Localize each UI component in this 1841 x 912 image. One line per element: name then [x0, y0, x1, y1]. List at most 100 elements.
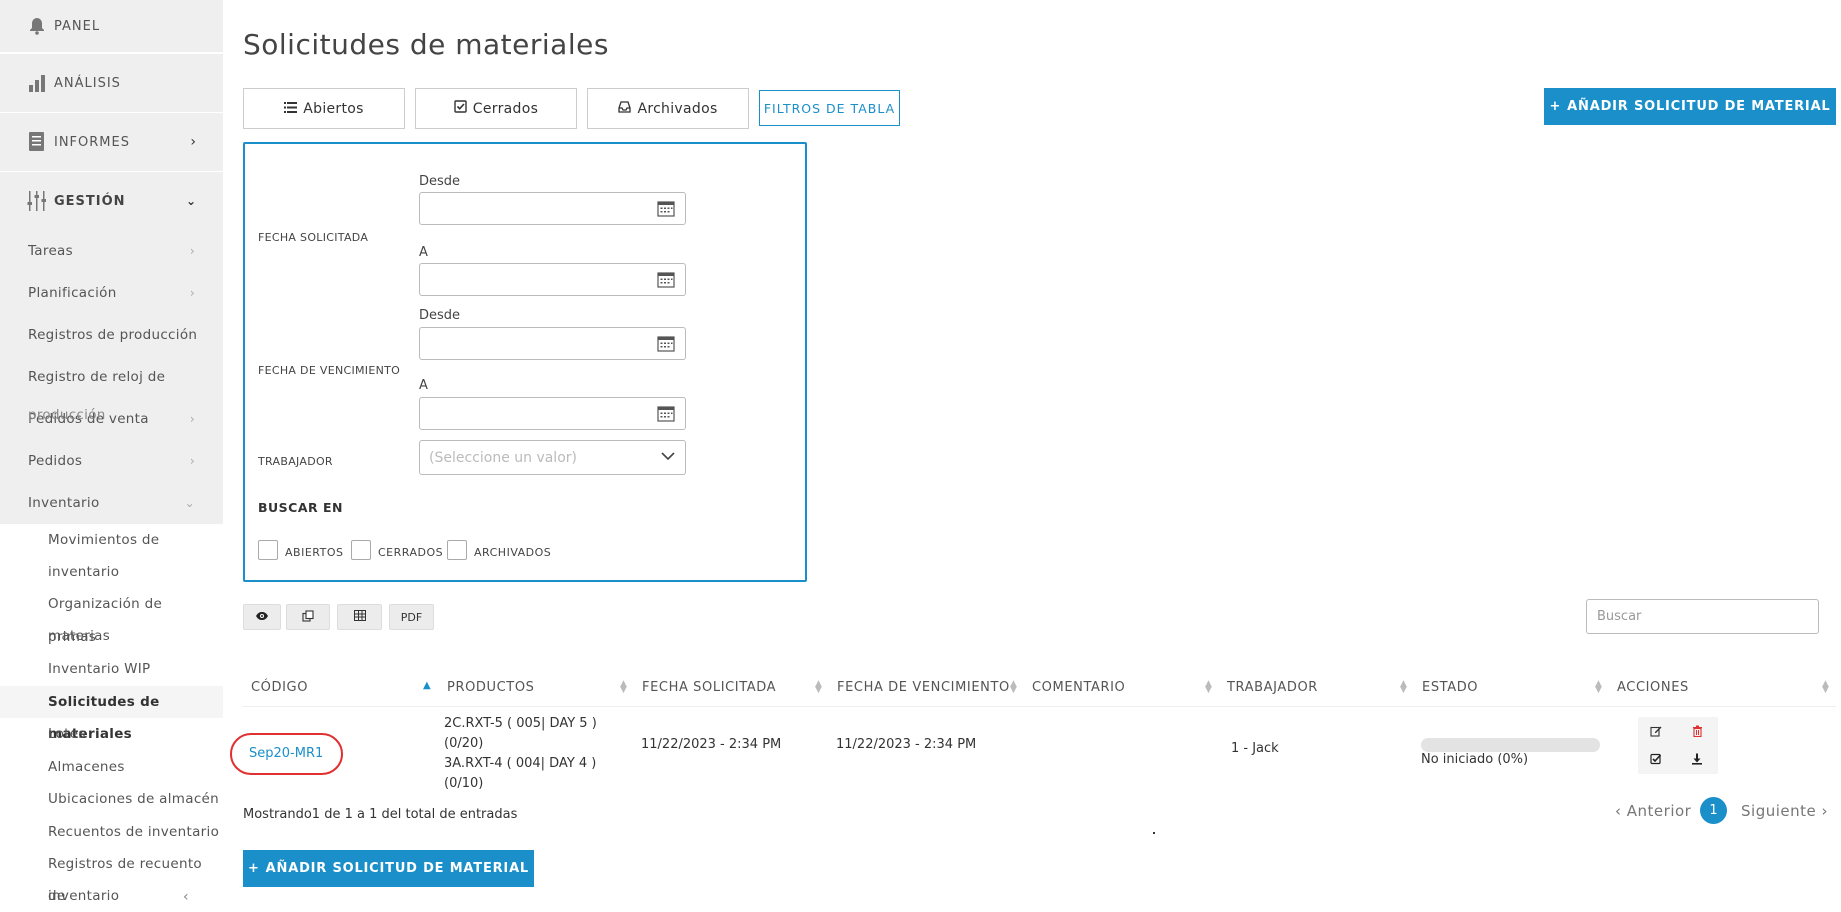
check-square-icon[interactable]	[1648, 751, 1664, 767]
header-acciones[interactable]: ACCIONES	[1617, 680, 1689, 695]
header-comentario[interactable]: COMENTARIO	[1032, 680, 1125, 695]
excel-button[interactable]	[337, 604, 382, 630]
pagination-page-1[interactable]: 1	[1700, 797, 1727, 824]
pdf-button[interactable]: PDF	[389, 604, 434, 630]
sort-icon[interactable]: ▲ ▼	[1595, 680, 1602, 695]
sidebar-item-organizacion-2[interactable]: primas	[48, 621, 96, 653]
chevron-left-icon: ‹	[1615, 802, 1627, 820]
sidebar-item-movimientos[interactable]: Movimientos de	[48, 524, 159, 556]
sidebar-item-ubicaciones[interactable]: Ubicaciones de almacén	[48, 783, 219, 815]
bell-icon	[26, 17, 48, 35]
nav-informes[interactable]: INFORMES ›	[0, 113, 223, 171]
estado-cell: No iniciado (0%)	[1421, 752, 1529, 767]
tab-abiertos[interactable]: Abiertos	[243, 88, 405, 129]
tab-archivados[interactable]: Archivados	[587, 88, 749, 129]
calendar-icon[interactable]	[657, 200, 675, 217]
sidebar-item-tareas[interactable]: Tareas ›	[0, 230, 223, 272]
codigo-link[interactable]: Sep20-MR1	[249, 746, 323, 761]
checkbox-archivados-label: ARCHIVADOS	[474, 546, 552, 559]
trash-icon[interactable]	[1689, 723, 1705, 739]
desde-label-2: Desde	[419, 308, 461, 323]
download-icon[interactable]	[1689, 751, 1705, 767]
sidebar-item-registro-reloj[interactable]: Registro de reloj de	[0, 356, 223, 398]
pagination-next[interactable]: Siguiente ›	[1741, 802, 1828, 820]
tab-archivados-label: Archivados	[637, 100, 718, 117]
list-icon	[284, 101, 298, 117]
table-filters-button[interactable]: FILTROS DE TABLA	[759, 90, 900, 126]
sidebar-item-almacenes[interactable]: Almacenes	[48, 751, 125, 783]
progress-bar	[1421, 738, 1600, 752]
copy-icon	[302, 609, 314, 625]
tab-abiertos-label: Abiertos	[303, 100, 364, 117]
sidebar-item-inventario[interactable]: Inventario ⌄	[0, 482, 223, 524]
buscar-en-label: BUSCAR EN	[258, 500, 344, 515]
a-label-2: A	[419, 378, 428, 393]
header-estado[interactable]: ESTADO	[1422, 680, 1478, 695]
nav-panel[interactable]: PANEL	[0, 0, 223, 52]
sidebar-item-label: Pedidos	[28, 453, 83, 469]
header-fecha-solicitada[interactable]: FECHA SOLICITADA	[642, 680, 776, 695]
plus-icon: +	[1549, 99, 1562, 114]
sidebar-item-registros-produccion[interactable]: Registros de producción	[0, 314, 223, 356]
sidebar-item-label: Tareas	[28, 243, 73, 259]
calendar-icon[interactable]	[657, 271, 675, 288]
fecha-solicitada-a-input[interactable]	[419, 263, 686, 296]
header-trabajador[interactable]: TRABAJADOR	[1227, 680, 1318, 695]
chevron-right-icon: ›	[189, 286, 195, 300]
sidebar-item-registros-recuento-2[interactable]: inventario	[48, 880, 119, 912]
sidebar-item-label: Planificación	[28, 285, 117, 301]
nav-analisis-label: ANÁLISIS	[54, 75, 121, 91]
fecha-solicitada-desde-input[interactable]	[419, 192, 686, 225]
search-input[interactable]: Buscar	[1586, 599, 1819, 634]
nav-gestion[interactable]: GESTIÓN ⌄	[0, 172, 223, 230]
add-button-label: AÑADIR SOLICITUD DE MATERIAL	[265, 861, 530, 876]
sort-icon[interactable]: ▲ ▼	[620, 680, 627, 695]
fecha-vencimiento-a-input[interactable]	[419, 397, 686, 430]
sort-icon[interactable]: ▲ ▼	[1822, 680, 1829, 695]
sort-icon[interactable]: ▲ ▼	[815, 680, 822, 695]
fecha-vencimiento-desde-input[interactable]	[419, 327, 686, 360]
pagination-prev[interactable]: ‹ Anterior	[1615, 802, 1691, 820]
actions-group	[1638, 717, 1718, 774]
edit-icon[interactable]	[1648, 723, 1664, 739]
collapse-chevron-icon[interactable]: ‹	[183, 889, 189, 905]
sidebar-item-lotes[interactable]: Lotes	[48, 718, 86, 750]
sidebar-item-planificacion[interactable]: Planificación ›	[0, 272, 223, 314]
add-material-request-button-bottom[interactable]: + AÑADIR SOLICITUD DE MATERIAL	[243, 850, 534, 887]
sidebar: PANEL ANÁLISIS INFORMES › GESTIÓN ⌄ Tare…	[0, 0, 223, 905]
fecha-solicitada-cell: 11/22/2023 - 2:34 PM	[641, 737, 782, 752]
chevron-down-icon: ⌄	[184, 496, 195, 510]
checkbox-archivados[interactable]	[447, 540, 467, 560]
sidebar-item-pedidos[interactable]: Pedidos ›	[0, 440, 223, 482]
header-fecha-vencimiento[interactable]: FECHA DE VENCIMIENTO	[837, 680, 1010, 695]
sort-icon[interactable]: ▲ ▼	[1400, 680, 1407, 695]
checkbox-abiertos[interactable]	[258, 540, 278, 560]
sidebar-item-recuentos[interactable]: Recuentos de inventario	[48, 816, 219, 848]
pagination-next-label: Siguiente	[1741, 802, 1817, 820]
calendar-icon[interactable]	[657, 405, 675, 422]
sort-icon[interactable]: ▲ ▼	[1010, 680, 1017, 695]
header-codigo[interactable]: CÓDIGO	[251, 680, 308, 695]
sidebar-item-inventario-wip[interactable]: Inventario WIP	[48, 653, 150, 685]
sidebar-item-movimientos-2[interactable]: inventario	[48, 556, 119, 588]
nav-analisis[interactable]: ANÁLISIS	[0, 54, 223, 112]
add-material-request-button[interactable]: + AÑADIR SOLICITUD DE MATERIAL	[1544, 88, 1836, 125]
filter-panel: FECHA SOLICITADA Desde A FECHA DE VENCIM…	[243, 142, 807, 582]
tab-cerrados-label: Cerrados	[472, 100, 539, 117]
fecha-vencimiento-cell: 11/22/2023 - 2:34 PM	[836, 737, 977, 752]
header-productos[interactable]: PRODUCTOS	[447, 680, 535, 695]
sidebar-item-label: Registros de producción	[28, 327, 198, 343]
column-visibility-button[interactable]	[243, 604, 281, 630]
trabajador-select[interactable]: (Seleccione un valor)	[419, 440, 686, 475]
trabajador-cell: 1 - Jack	[1231, 741, 1279, 756]
sidebar-item-label: Registro de reloj de	[28, 369, 166, 385]
calendar-icon[interactable]	[657, 335, 675, 352]
sort-icon[interactable]: ▲ ▼	[1205, 680, 1212, 695]
copy-button[interactable]	[286, 604, 330, 630]
nav-panel-label: PANEL	[54, 18, 101, 34]
sort-asc-icon[interactable]: ▲	[423, 680, 431, 691]
tab-cerrados[interactable]: Cerrados	[415, 88, 577, 129]
checkbox-cerrados[interactable]	[351, 540, 371, 560]
chevron-right-icon: ›	[1816, 802, 1829, 820]
chevron-right-icon: ›	[189, 244, 195, 258]
